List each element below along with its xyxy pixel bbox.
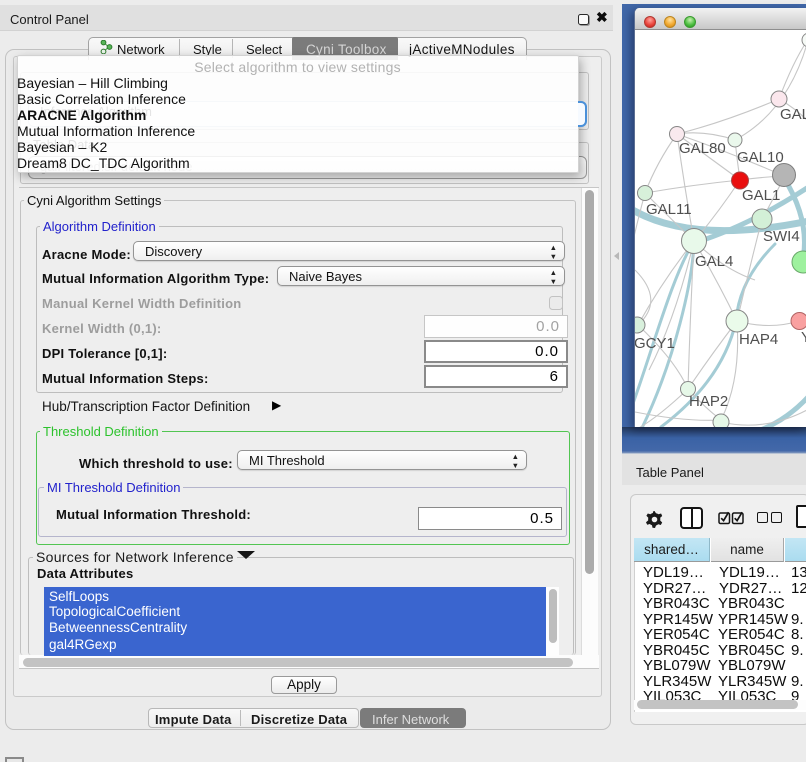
svg-text:GAL80: GAL80 bbox=[679, 140, 726, 157]
svg-text:GAL1: GAL1 bbox=[742, 187, 780, 204]
svg-text:SWI4: SWI4 bbox=[763, 228, 800, 245]
svg-text:GAL11: GAL11 bbox=[646, 201, 692, 218]
svg-text:GAL4: GAL4 bbox=[695, 253, 733, 270]
svg-text:HAP4: HAP4 bbox=[739, 331, 778, 348]
svg-text:GAL: GAL bbox=[780, 106, 806, 123]
svg-text:Y: Y bbox=[801, 329, 806, 346]
svg-text:GAL10: GAL10 bbox=[737, 149, 784, 166]
svg-text:HAP2: HAP2 bbox=[689, 393, 728, 410]
svg-text:GCY1: GCY1 bbox=[635, 335, 675, 352]
